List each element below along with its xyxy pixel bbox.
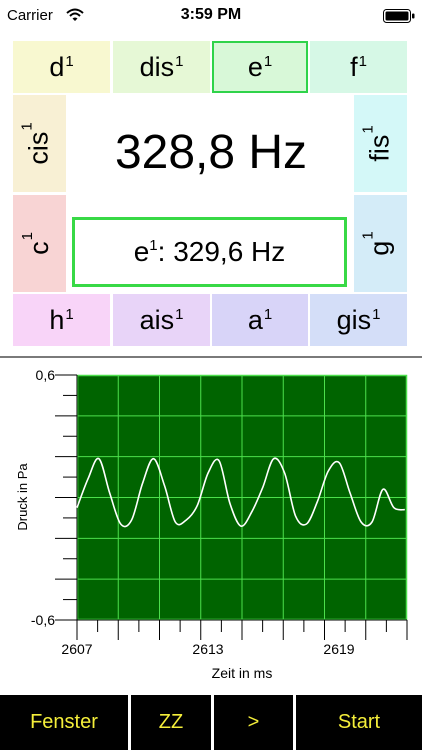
y-axis-label: Druck in Pa [15,463,30,531]
octave-mark: 1 [263,52,273,70]
note-a1-button[interactable]: a1 [212,294,308,346]
zz-button[interactable]: ZZ [131,695,211,750]
note-g1-button[interactable]: g1 [354,195,407,292]
octave-mark: 1 [175,305,184,323]
octave-mark: 1 [19,122,36,131]
note-h1-button[interactable]: h1 [13,294,110,346]
note-label: fis [365,134,395,162]
bottom-toolbar: Fenster ZZ > Start [0,695,422,750]
note-label: d [49,51,65,82]
note-c1-button[interactable]: c1 [13,195,66,292]
octave-mark: 1 [263,305,273,323]
note-label: dis [139,51,175,82]
octave-mark: 1 [358,52,367,70]
octave-mark: 1 [19,232,36,241]
note-f1-button[interactable]: f1 [310,41,407,93]
note-c1-rotated-label: c1 [19,232,55,255]
octave-mark: 1 [372,305,381,323]
note-dis1-button[interactable]: dis 1 [113,41,210,93]
battery-icon [383,9,415,23]
note-d1-button[interactable]: d1 [13,41,110,93]
note-label: h [49,304,65,335]
status-bar: Carrier 3:59 PM [0,0,422,32]
window-button[interactable]: Fenster [0,695,128,750]
octave-mark: 1 [360,125,377,134]
next-button[interactable]: > [214,695,293,750]
target-frequency: : 329,6 Hz [157,236,286,267]
note-ais1-button[interactable]: ais 1 [113,294,210,346]
note-label: gis [336,304,372,335]
note-label: cis [24,131,54,165]
note-label: e [247,51,263,82]
octave-mark: 1 [175,52,184,70]
note-fis1-rotated-label: fis1 [360,125,396,162]
note-g1-rotated-label: g1 [360,231,396,256]
octave-mark: 1 [360,231,377,240]
note-label: c [24,241,54,255]
note-cis1-rotated-label: cis1 [19,122,55,165]
note-label: f [350,51,358,82]
y-axis-ticks [55,374,77,621]
note-label: g [365,240,395,256]
note-label: a [247,304,263,335]
x-tick-label-2: 2619 [323,641,354,657]
clock: 3:59 PM [180,6,242,23]
octave-mark: 1 [65,52,74,70]
x-tick-label-1: 2613 [192,641,223,657]
target-note-display: e1: 329,6 Hz [72,217,347,287]
x-tick-label-0: 2607 [61,641,92,657]
target-octave-mark: 1 [149,236,158,254]
start-button[interactable]: Start [296,695,422,750]
x-axis-ticks [76,620,408,640]
note-fis1-button[interactable]: fis1 [354,95,407,192]
note-cis1-button[interactable]: cis1 [13,95,66,192]
octave-mark: 1 [65,305,74,323]
measured-frequency: 328,8 Hz [114,125,308,179]
x-axis-label: Zeit in ms [212,665,273,681]
tuner-panel: d1 dis 1 e1 f1 cis1 c1 fis1 g1 h1 ais 1 a1… [0,32,422,350]
section-divider [0,356,422,358]
target-note-label: e [133,236,150,267]
y-tick-label-bottom: -0,6 [31,612,55,628]
y-tick-label-top: 0,6 [36,367,56,383]
waveform-chart: 0,6 -0,6 2607 2613 2619 Zeit in ms Druck… [15,367,408,681]
note-gis1-button[interactable]: gis 1 [310,294,407,346]
note-e1-button[interactable]: e1 [212,41,308,93]
note-label: ais [139,304,175,335]
